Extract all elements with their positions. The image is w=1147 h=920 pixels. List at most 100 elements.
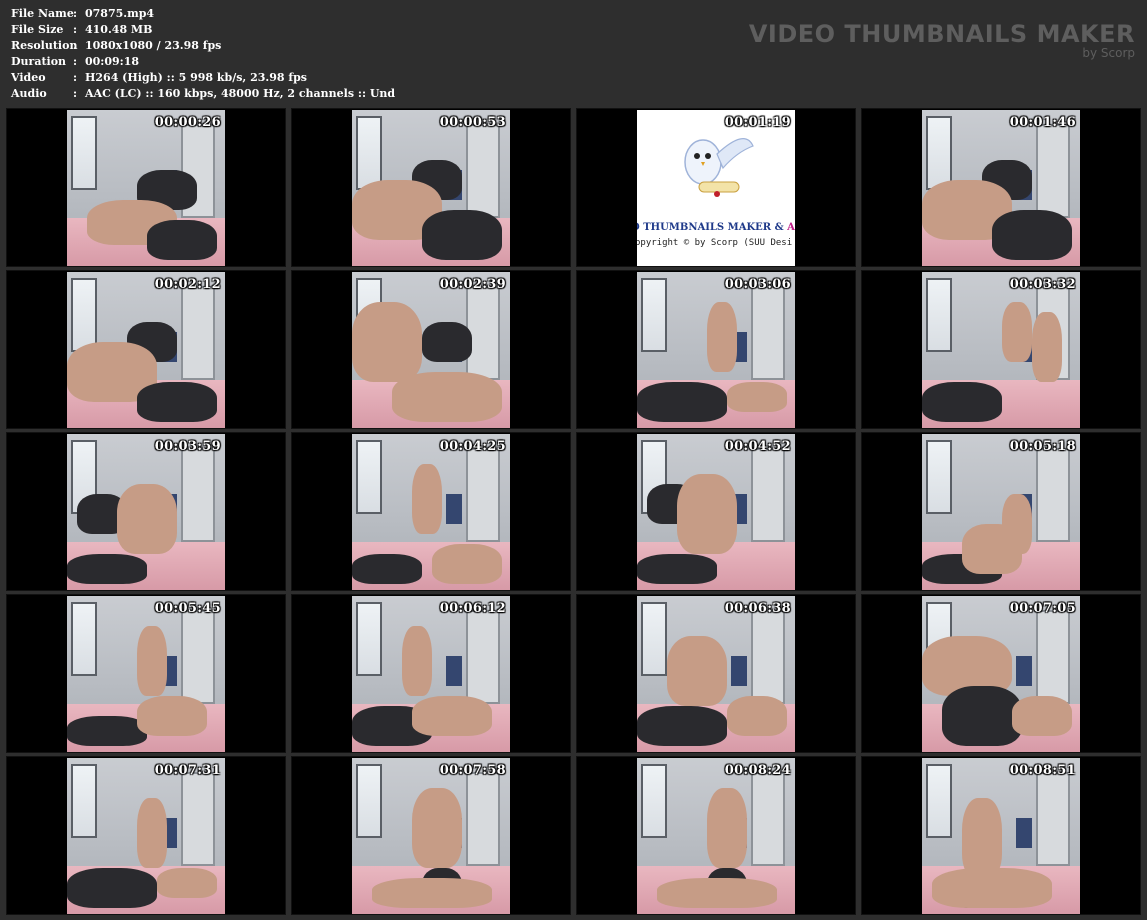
thumbnail-timestamp: 00:07:05 bbox=[1009, 601, 1076, 616]
room-door bbox=[1036, 610, 1070, 704]
scene-shape bbox=[932, 868, 1052, 908]
thumbnail-cell: 00:02:12 bbox=[6, 270, 286, 429]
room-door bbox=[181, 448, 215, 542]
scene-shape bbox=[962, 798, 1002, 878]
info-separator: : bbox=[73, 71, 78, 84]
room-door bbox=[181, 286, 215, 380]
room-door bbox=[466, 772, 500, 866]
scene-shape bbox=[1002, 302, 1032, 362]
info-value: AAC (LC) :: 160 kbps, 48000 Hz, 2 channe… bbox=[85, 87, 396, 100]
room-window bbox=[356, 764, 382, 838]
room-window bbox=[71, 602, 97, 676]
owl-logo-icon bbox=[684, 138, 754, 197]
scene-shape bbox=[1012, 696, 1072, 736]
thumbnail-timestamp: 00:07:31 bbox=[154, 763, 221, 778]
thumbnail-frame: 00:06:38 bbox=[637, 596, 795, 752]
logo-text-main: O THUMBNAILS MAKER & bbox=[637, 222, 788, 233]
info-label: File Size bbox=[11, 23, 64, 36]
thumbnail-frame: 00:07:31 bbox=[67, 758, 225, 914]
thumbnail-cell: 00:00:53 bbox=[291, 108, 571, 267]
scene-shape bbox=[727, 696, 787, 736]
thumbnail-frame: 00:08:24 bbox=[637, 758, 795, 914]
scene-shape bbox=[137, 696, 207, 736]
thumbnail-frame: 00:03:59 bbox=[67, 434, 225, 590]
room-window bbox=[641, 602, 667, 676]
thumbnail-cell: 00:05:18 bbox=[861, 432, 1141, 591]
room-window bbox=[641, 764, 667, 838]
thumbnail-timestamp: 00:04:25 bbox=[439, 439, 506, 454]
scene-shape bbox=[1032, 312, 1062, 382]
info-label: Resolution bbox=[11, 39, 78, 52]
room-cabinet bbox=[731, 656, 747, 686]
scene-shape bbox=[432, 544, 502, 584]
thumbnail-frame: 00:03:32 bbox=[922, 272, 1080, 428]
room-cabinet bbox=[1016, 818, 1032, 848]
header: File Name : 07875.mp4 File Size : 410.48… bbox=[0, 0, 1147, 108]
scene-shape bbox=[137, 626, 167, 696]
info-row-file-size: File Size : 410.48 MB bbox=[11, 22, 395, 38]
scene-shape bbox=[922, 382, 1002, 422]
thumbnail-cell: 00:08:24 bbox=[576, 756, 856, 915]
info-row-file-name: File Name : 07875.mp4 bbox=[11, 6, 395, 22]
scene-shape bbox=[352, 554, 422, 584]
scene-shape bbox=[707, 788, 747, 868]
info-separator: : bbox=[73, 87, 78, 100]
thumbnail-cell: 00:06:38 bbox=[576, 594, 856, 753]
scene-shape bbox=[147, 220, 217, 260]
thumbnail-frame: 00:07:05 bbox=[922, 596, 1080, 752]
scene-shape bbox=[412, 464, 442, 534]
thumbnail-timestamp: 00:08:24 bbox=[724, 763, 791, 778]
scene-shape bbox=[942, 686, 1022, 746]
info-separator: : bbox=[73, 39, 78, 52]
scene-shape bbox=[422, 210, 502, 260]
info-separator: : bbox=[73, 55, 78, 68]
scene-shape bbox=[137, 382, 217, 422]
info-row-resolution: Resolution : 1080x1080 / 23.98 fps bbox=[11, 38, 395, 54]
room-cabinet bbox=[446, 494, 462, 524]
scene-shape bbox=[727, 382, 787, 412]
thumbnail-cell: 00:03:59 bbox=[6, 432, 286, 591]
thumbnail-frame: O THUMBNAILS MAKER & ANIM opyright © by S… bbox=[637, 110, 795, 266]
thumbnail-frame: 00:00:26 bbox=[67, 110, 225, 266]
thumbnail-cell: 00:08:51 bbox=[861, 756, 1141, 915]
thumbnail-frame: 00:08:51 bbox=[922, 758, 1080, 914]
info-value: 00:09:18 bbox=[85, 55, 140, 68]
room-door bbox=[1036, 124, 1070, 218]
thumbnail-cell: 00:04:25 bbox=[291, 432, 571, 591]
thumbnail-cell: 00:01:46 bbox=[861, 108, 1141, 267]
scene-shape bbox=[637, 382, 727, 422]
scene-shape bbox=[962, 524, 1022, 574]
scene-shape bbox=[657, 878, 777, 908]
thumbnail-timestamp: 00:05:45 bbox=[154, 601, 221, 616]
info-row-audio: Audio : AAC (LC) :: 160 kbps, 48000 Hz, … bbox=[11, 86, 395, 102]
room-window bbox=[356, 602, 382, 676]
thumbnail-frame: 00:03:06 bbox=[637, 272, 795, 428]
room-cabinet bbox=[446, 656, 462, 686]
info-row-duration: Duration : 00:09:18 bbox=[11, 54, 395, 70]
thumbnail-frame: 00:04:25 bbox=[352, 434, 510, 590]
thumbnail-cell: 00:07:58 bbox=[291, 756, 571, 915]
thumbnail-timestamp: 00:05:18 bbox=[1009, 439, 1076, 454]
room-door bbox=[1036, 772, 1070, 866]
thumbnail-cell: 00:07:31 bbox=[6, 756, 286, 915]
thumbnail-grid: 00:00:26 00:00:53 O THUMBNAILS MAKER & ANI… bbox=[6, 108, 1141, 915]
thumbnail-timestamp: 00:08:51 bbox=[1009, 763, 1076, 778]
thumbnail-timestamp: 00:02:12 bbox=[154, 277, 221, 292]
info-value: H264 (High) :: 5 998 kb/s, 23.98 fps bbox=[85, 71, 307, 84]
room-door bbox=[751, 286, 785, 380]
thumbnail-cell: 00:03:32 bbox=[861, 270, 1141, 429]
info-label: Audio bbox=[11, 87, 47, 100]
thumbnail-timestamp: 00:00:26 bbox=[154, 115, 221, 130]
logo-frame: O THUMBNAILS MAKER & ANIM opyright © by S… bbox=[637, 110, 795, 266]
brand-title: VIDEO THUMBNAILS MAKER bbox=[748, 20, 1135, 48]
thumbnail-frame: 00:02:12 bbox=[67, 272, 225, 428]
thumbnail-cell: 00:02:39 bbox=[291, 270, 571, 429]
scene-shape bbox=[412, 788, 462, 868]
scene-shape bbox=[402, 626, 432, 696]
room-window bbox=[71, 116, 97, 190]
room-window bbox=[926, 764, 952, 838]
scene-shape bbox=[677, 474, 737, 554]
thumbnail-cell: 00:06:12 bbox=[291, 594, 571, 753]
room-door bbox=[1036, 448, 1070, 542]
room-door bbox=[751, 448, 785, 542]
